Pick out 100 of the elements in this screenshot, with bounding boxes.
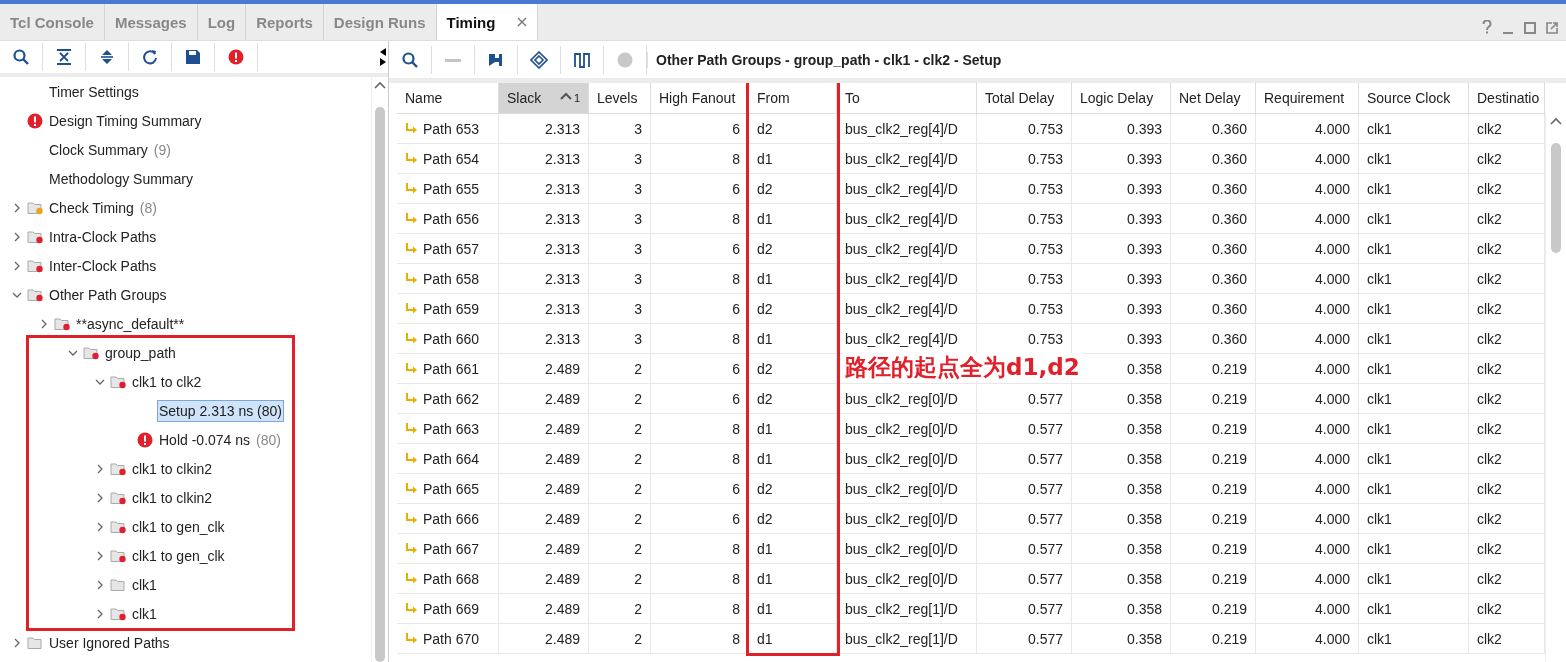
table-cell[interactable]: Path 654	[423, 150, 480, 167]
table-cell: 0.219	[1211, 630, 1247, 647]
tree-item[interactable]: Other Path Groups	[47, 283, 169, 306]
table-cell[interactable]: Path 664	[423, 450, 480, 467]
diamond-icon[interactable]	[530, 50, 548, 69]
table-cell: 0.360	[1211, 180, 1247, 197]
path-arrow-icon	[405, 542, 417, 555]
table-cell[interactable]: Path 662	[423, 390, 480, 407]
table-cell: 8	[732, 600, 740, 617]
tree-item[interactable]: clk1	[130, 573, 159, 596]
collapse-all-icon[interactable]	[55, 48, 73, 66]
maximize-icon[interactable]	[1524, 22, 1536, 34]
table-cell: 0.358	[1126, 600, 1162, 617]
table-cell[interactable]: Path 655	[423, 180, 480, 197]
waveform-icon[interactable]	[573, 50, 591, 69]
splitter-arrows[interactable]	[378, 48, 388, 66]
table-cell: 3	[634, 150, 642, 167]
tree-item[interactable]: clk1 to clk2	[130, 370, 204, 393]
tree-item[interactable]: Check Timing	[47, 196, 136, 219]
table-cell: 0.393	[1126, 210, 1162, 227]
float-icon[interactable]	[1546, 22, 1558, 34]
tree-item[interactable]: **async_default**	[74, 312, 187, 335]
table-cell: clk2	[1477, 630, 1502, 647]
table-cell: 0.577	[1027, 570, 1063, 587]
tree-item[interactable]: clk1 to clkin2	[130, 457, 215, 480]
table-cell: clk1	[1367, 210, 1392, 227]
folder-icon	[110, 577, 127, 592]
tree-item[interactable]: group_path	[103, 341, 178, 364]
table-cell: 4.000	[1314, 120, 1350, 137]
table-cell: d1	[757, 270, 773, 287]
table-cell[interactable]: Path 661	[423, 360, 480, 377]
tree-item[interactable]: Design Timing Summary	[47, 109, 204, 132]
table-cell[interactable]: Path 656	[423, 210, 480, 227]
refresh-icon[interactable]	[141, 48, 159, 66]
path-arrow-icon	[405, 452, 417, 465]
tree-item[interactable]: clk1 to clkin2	[130, 486, 215, 509]
table-cell: d1	[757, 450, 773, 467]
expand-all-icon[interactable]	[98, 48, 116, 66]
table-cell: 0.360	[1211, 330, 1247, 347]
table-cell: 0.358	[1126, 390, 1162, 407]
table-cell: clk2	[1477, 120, 1502, 137]
table-cell: 2.313	[544, 270, 580, 287]
table-cell: 0.577	[1027, 540, 1063, 557]
search-icon[interactable]	[12, 48, 30, 66]
table-cell[interactable]: Path 653	[423, 120, 480, 137]
tree-item[interactable]: Intra-Clock Paths	[47, 225, 159, 248]
search-icon[interactable]	[401, 50, 419, 69]
tree-item[interactable]: clk1 to gen_clk	[130, 515, 227, 538]
tree-item[interactable]: Setup 2.313 ns (80)	[157, 399, 284, 422]
table-cell: clk2	[1477, 270, 1502, 287]
table-cell: bus_clk2_reg[4]/D	[845, 300, 958, 317]
table-cell: d1	[757, 570, 773, 587]
tree-item[interactable]: clk1 to gen_clk	[130, 544, 227, 567]
table-cell: clk2	[1477, 480, 1502, 497]
table-cell[interactable]: Path 669	[423, 600, 480, 617]
scrollbar-thumb[interactable]	[1551, 143, 1561, 253]
table-cell: bus_clk2_reg[4]/D	[845, 240, 958, 257]
tree-item[interactable]: Timer Settings	[47, 80, 141, 103]
table-cell[interactable]: Path 659	[423, 300, 480, 317]
table-cell: 3	[634, 180, 642, 197]
table-cell: bus_clk2_reg[1]/D	[845, 600, 958, 617]
table-cell: 2.489	[544, 630, 580, 647]
table-cell[interactable]: Path 666	[423, 510, 480, 527]
table-cell: clk1	[1367, 390, 1392, 407]
table-cell: bus_clk2_reg[4]/D	[845, 150, 958, 167]
tree-item[interactable]: Inter-Clock Paths	[47, 254, 159, 277]
path-arrow-icon	[405, 632, 417, 645]
tree-item[interactable]: clk1	[130, 602, 159, 625]
report-title: Other Path Groups - group_path - clk1 - clk2 - Setup	[647, 51, 1002, 68]
tab[interactable]: Timing	[436, 4, 539, 40]
table-cell: 2	[634, 450, 642, 467]
help-icon[interactable]	[1482, 20, 1492, 34]
table-cell: 2.489	[544, 450, 580, 467]
table-cell[interactable]: Path 657	[423, 240, 480, 257]
table-cell: 2	[634, 570, 642, 587]
tree-item[interactable]: Methodology Summary	[47, 167, 195, 190]
table-cell[interactable]: Path 668	[423, 570, 480, 587]
path-arrow-icon	[405, 392, 417, 405]
folder-icon	[110, 374, 127, 389]
table-cell[interactable]: Path 663	[423, 420, 480, 437]
tree-item[interactable]: User Ignored Paths	[47, 631, 172, 654]
table-cell: 0.219	[1211, 420, 1247, 437]
tree-item[interactable]: Hold -0.074 ns	[157, 428, 253, 451]
table-cell[interactable]: Path 667	[423, 540, 480, 557]
path-arrow-icon	[405, 602, 417, 615]
table-cell[interactable]: Path 665	[423, 480, 480, 497]
scrollbar-thumb[interactable]	[375, 107, 385, 662]
folder-icon	[83, 345, 100, 360]
tree-item[interactable]: Clock Summary	[47, 138, 150, 161]
table-cell: 4.000	[1314, 150, 1350, 167]
table-cell: 4.000	[1314, 210, 1350, 227]
table-cell: 2.489	[544, 600, 580, 617]
save-icon[interactable]	[184, 48, 202, 66]
table-cell[interactable]: Path 658	[423, 270, 480, 287]
table-cell: 2	[634, 600, 642, 617]
table-cell[interactable]: Path 660	[423, 330, 480, 347]
table-cell[interactable]: Path 670	[423, 630, 480, 647]
close-icon[interactable]	[517, 17, 528, 27]
column-header[interactable]: Slack 1	[499, 83, 589, 113]
table-cell: 4.000	[1314, 630, 1350, 647]
